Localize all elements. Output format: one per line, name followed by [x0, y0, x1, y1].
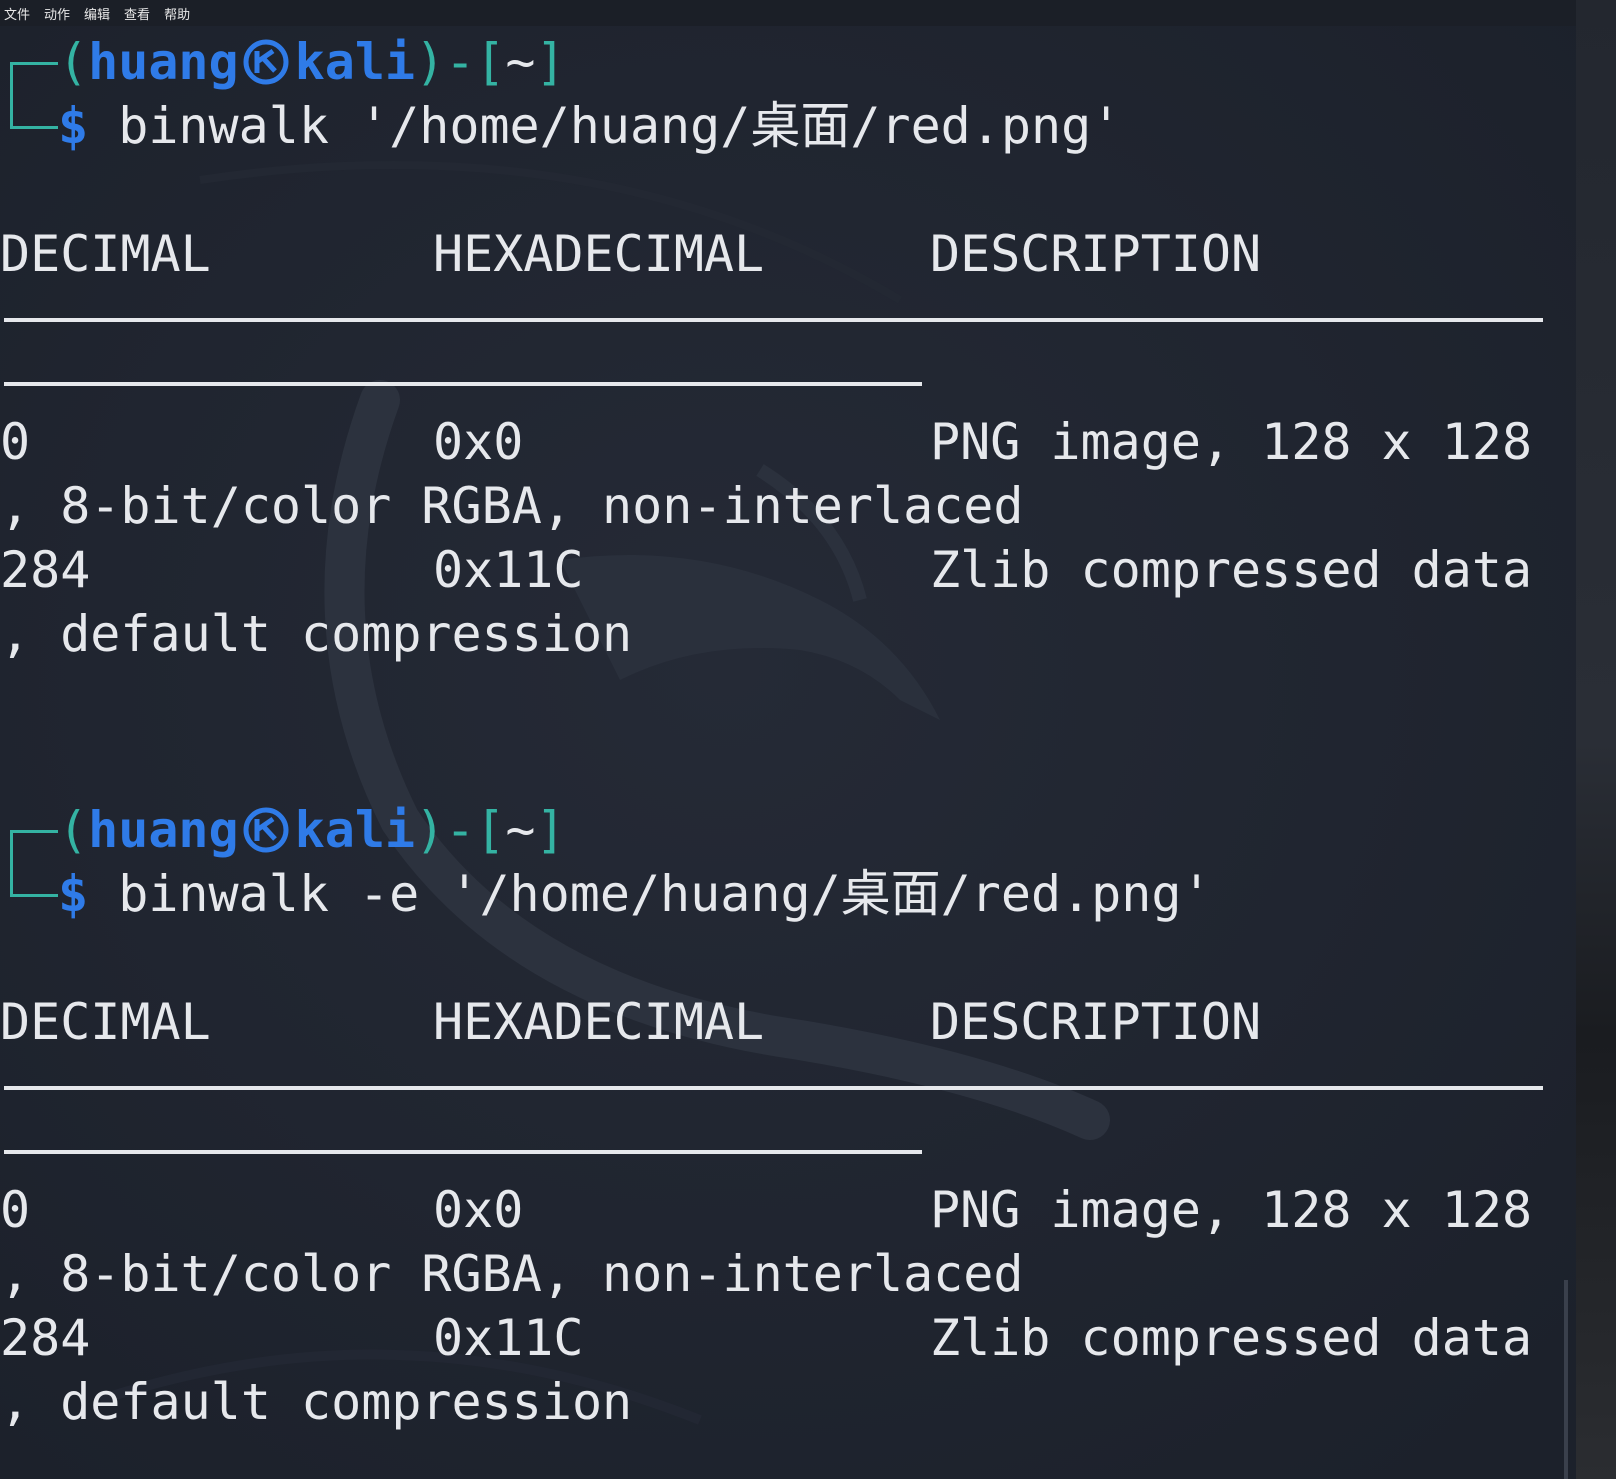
separator-rule [4, 318, 1543, 322]
row-decimal: 284 [0, 541, 91, 599]
header-decimal: DECIMAL [0, 993, 211, 1051]
row-decimal: 0 [0, 413, 31, 471]
terminal-window: 文件 动作 编辑 查看 帮助 (huang kali)-[~] $ binwalk… [0, 0, 1616, 1479]
prompt-corner-line [10, 126, 58, 129]
row-hex: 0x11C [433, 1309, 584, 1367]
row-hex: 0x0 [433, 1181, 524, 1239]
header-decimal: DECIMAL [0, 225, 211, 283]
prompt-corner-line [10, 830, 58, 896]
prompt-line: (huang kali)-[~] [58, 33, 566, 91]
menu-help[interactable]: 帮助 [164, 4, 190, 23]
row-description: Zlib compressed data [930, 1309, 1533, 1367]
header-hexadecimal: HEXADECIMAL [433, 993, 765, 1051]
row-description-cont: , default compression [0, 1373, 633, 1431]
prompt-host: kali [294, 801, 416, 859]
row-decimal: 0 [0, 1181, 31, 1239]
separator-rule [4, 382, 922, 386]
row-decimal: 284 [0, 1309, 91, 1367]
menu-edit[interactable]: 编辑 [84, 4, 110, 23]
separator-rule [4, 1150, 922, 1154]
header-description: DESCRIPTION [930, 225, 1262, 283]
row-hex: 0x0 [433, 413, 524, 471]
row-description: Zlib compressed data [930, 541, 1533, 599]
row-description: PNG image, 128 x 128 [930, 413, 1533, 471]
prompt-dir: ~ [505, 33, 536, 91]
prompt-user: huang [88, 33, 239, 91]
prompt-line: (huang kali)-[~] [58, 801, 566, 859]
prompt-dollar: $ [58, 97, 89, 155]
menu-action[interactable]: 动作 [44, 4, 70, 23]
prompt-host: kali [294, 33, 416, 91]
kali-skull-icon [243, 807, 289, 853]
separator-rule [4, 1086, 1543, 1090]
terminal-output[interactable]: (huang kali)-[~] $ binwalk '/home/huang/桌… [0, 26, 1576, 1479]
menu-file[interactable]: 文件 [4, 4, 30, 23]
menu-view[interactable]: 查看 [124, 4, 150, 23]
prompt-corner-line [10, 894, 58, 897]
row-description-cont: , 8-bit/color RGBA, non-interlaced [0, 1245, 1024, 1303]
prompt-dir: ~ [505, 801, 536, 859]
menu-bar: 文件 动作 编辑 查看 帮助 [0, 0, 1576, 26]
header-description: DESCRIPTION [930, 993, 1262, 1051]
command-text: binwalk -e '/home/huang/桌面/red.png' [88, 865, 1212, 923]
row-description-cont: , default compression [0, 605, 633, 663]
kali-skull-icon [243, 39, 289, 85]
desktop-edge [1576, 0, 1616, 1479]
command-line: $ binwalk '/home/huang/桌面/red.png' [58, 94, 1121, 158]
row-hex: 0x11C [433, 541, 584, 599]
row-description: PNG image, 128 x 128 [930, 1181, 1533, 1239]
command-text: binwalk '/home/huang/桌面/red.png' [88, 97, 1122, 155]
prompt-corner-line [10, 62, 58, 128]
row-description-cont: , 8-bit/color RGBA, non-interlaced [0, 477, 1024, 535]
command-line: $ binwalk -e '/home/huang/桌面/red.png' [58, 862, 1212, 926]
terminal-scrollbar[interactable] [1564, 1280, 1568, 1479]
header-hexadecimal: HEXADECIMAL [433, 225, 765, 283]
prompt-user: huang [88, 801, 239, 859]
prompt-dollar: $ [58, 865, 89, 923]
